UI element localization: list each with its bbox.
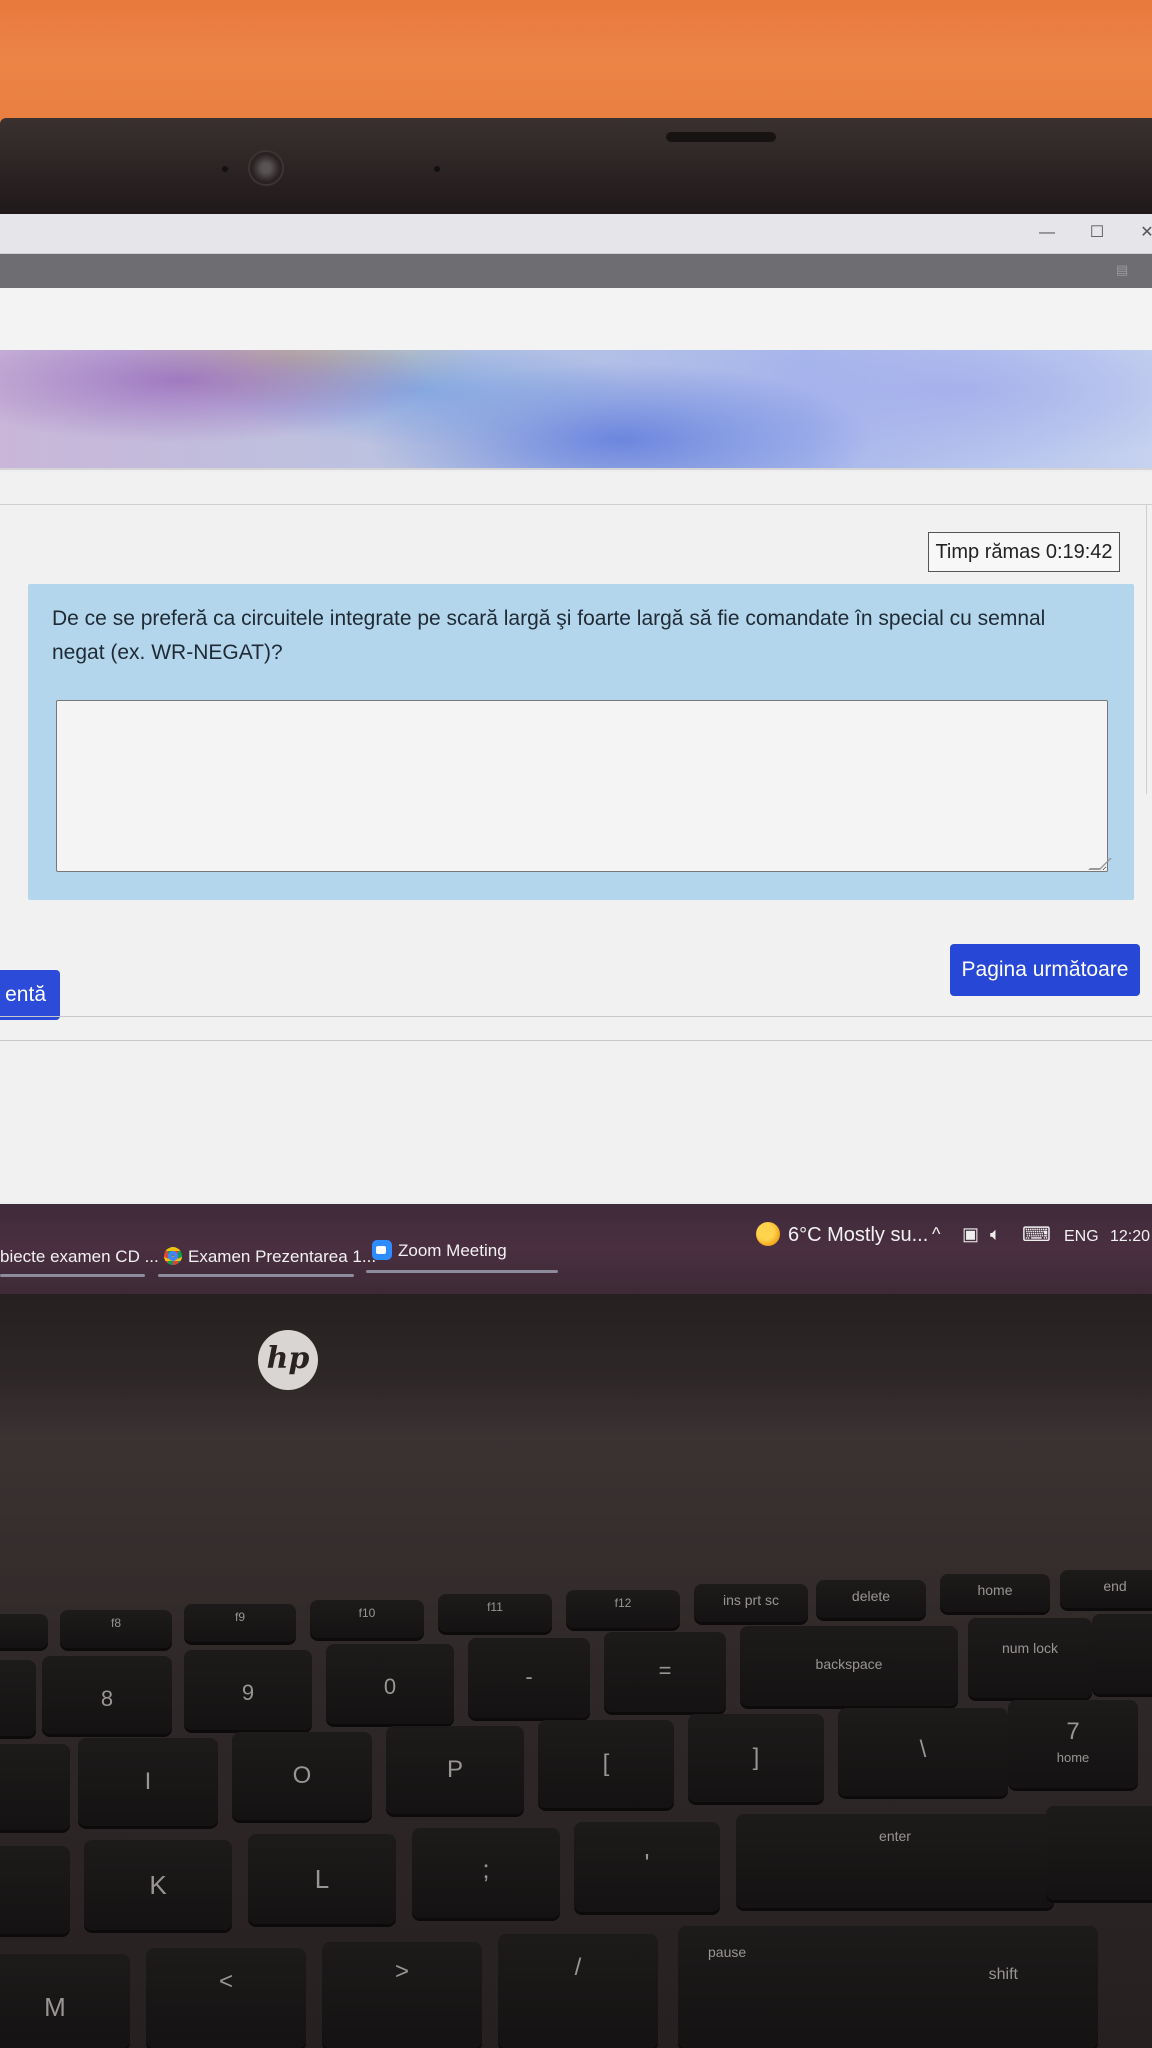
key-backspace[interactable]: backspace <box>740 1626 958 1706</box>
close-button[interactable]: ✕ <box>1136 222 1152 244</box>
browser-titlebar: — ☐ ✕ <box>0 214 1152 254</box>
active-indicator <box>366 1270 558 1273</box>
key-numpad-7[interactable]: 7 home <box>1008 1700 1138 1788</box>
windows-taskbar: biecte examen CD ... Examen Prezentarea … <box>0 1204 1152 1294</box>
clock[interactable]: 12:20 F <box>1110 1220 1152 1254</box>
taskbar-item-zoom[interactable]: Zoom Meeting <box>372 1234 507 1268</box>
next-page-button[interactable]: Pagina următoare <box>950 944 1140 996</box>
touch-keyboard-icon[interactable]: ⌨︎ <box>1022 1222 1051 1247</box>
site-banner <box>0 350 1152 470</box>
sensor-dot <box>222 166 228 172</box>
key-7[interactable] <box>0 1660 36 1736</box>
chrome-icon <box>164 1247 182 1265</box>
key-right-bracket[interactable]: ] <box>688 1714 824 1802</box>
key-minus[interactable]: - <box>468 1638 590 1718</box>
key-l[interactable]: L <box>248 1834 396 1924</box>
key-num-lock[interactable]: num lock <box>968 1618 1092 1698</box>
maximize-button[interactable]: ☐ <box>1086 222 1108 244</box>
chevron-up-icon[interactable]: ^ <box>932 1224 940 1245</box>
active-indicator <box>158 1274 354 1277</box>
time-remaining-badge: Timp rămas 0:19:42 <box>928 532 1120 572</box>
key-f12[interactable]: f12 <box>566 1590 680 1628</box>
question-text: De ce se preferă ca circuitele integrate… <box>52 607 1046 664</box>
key-slash[interactable]: / <box>498 1934 658 2048</box>
card-border <box>0 504 1152 505</box>
weather-widget[interactable]: 6°C Mostly su... <box>756 1218 928 1252</box>
key-equals[interactable]: = <box>604 1632 726 1712</box>
key-i[interactable]: I <box>78 1738 218 1826</box>
laptop-screen: — ☐ ✕ ▤ Timp rămas 0:19:42 De ce se pref… <box>0 214 1152 1294</box>
previous-page-button[interactable]: entă <box>0 970 60 1020</box>
language-indicator[interactable]: ENG <box>1064 1220 1099 1254</box>
key-m[interactable]: M <box>0 1954 130 2048</box>
key-f8[interactable]: f8 <box>60 1610 172 1648</box>
site-header <box>0 288 1152 350</box>
divider <box>0 1040 1152 1041</box>
laptop-bottom-bezel <box>0 1294 1152 1434</box>
browser-toolbar: ▤ <box>0 254 1152 288</box>
key-num-divide[interactable] <box>1092 1614 1152 1694</box>
key-o[interactable]: O <box>232 1732 372 1820</box>
sensor-dot <box>434 166 440 172</box>
taskbar-item-label: biecte examen CD ... <box>0 1247 159 1266</box>
key-numpad-4[interactable] <box>1046 1806 1152 1900</box>
key-9[interactable]: 9 <box>184 1650 312 1730</box>
key-shift[interactable]: pause shift <box>678 1926 1098 2048</box>
minimize-button[interactable]: — <box>1036 222 1058 244</box>
answer-textarea[interactable] <box>56 700 1108 872</box>
key-f11[interactable]: f11 <box>438 1594 552 1632</box>
key-delete[interactable]: delete <box>816 1580 926 1618</box>
weather-text: 6°C Mostly su... <box>788 1224 929 1246</box>
key-j[interactable] <box>0 1846 70 1934</box>
active-indicator <box>0 1274 145 1277</box>
card-border <box>1146 504 1147 794</box>
key-u[interactable] <box>0 1744 70 1830</box>
key-quote[interactable]: ' <box>574 1822 720 1912</box>
key-semicolon[interactable]: ; <box>412 1828 560 1918</box>
key-f10[interactable]: f10 <box>310 1600 424 1638</box>
key-8[interactable]: 8 <box>42 1656 172 1734</box>
weather-sun-icon <box>756 1222 780 1246</box>
reader-mode-icon[interactable]: ▤ <box>1116 262 1138 280</box>
key-f7[interactable] <box>0 1614 48 1648</box>
battery-icon[interactable]: ▣ <box>962 1224 979 1245</box>
key-0[interactable]: 0 <box>326 1644 454 1724</box>
hp-logo: hp <box>258 1330 318 1390</box>
zoom-icon <box>372 1240 392 1260</box>
taskbar-item-documents[interactable]: biecte examen CD ... <box>0 1240 159 1274</box>
webcam-icon <box>248 150 284 186</box>
taskbar-item-chrome[interactable]: Examen Prezentarea 1... <box>164 1240 376 1274</box>
taskbar-item-label: Zoom Meeting <box>398 1241 507 1260</box>
keyboard-deck: f8 f9 f10 f11 f12 ins prt sc delete home… <box>0 1434 1152 2048</box>
key-left-bracket[interactable]: [ <box>538 1720 674 1808</box>
laptop-top-bezel <box>0 118 1152 218</box>
divider <box>0 1016 1152 1017</box>
key-backslash[interactable]: \ <box>838 1708 1008 1796</box>
key-p[interactable]: P <box>386 1726 524 1814</box>
key-home[interactable]: home <box>940 1574 1050 1612</box>
key-enter[interactable]: enter <box>736 1814 1054 1908</box>
taskbar-item-label: Examen Prezentarea 1... <box>188 1247 377 1266</box>
key-end[interactable]: end <box>1060 1570 1152 1608</box>
speaker-icon[interactable]: 🔈︎ <box>990 1224 1001 1245</box>
key-print-screen[interactable]: ins prt sc <box>694 1584 808 1622</box>
key-k[interactable]: K <box>84 1840 232 1930</box>
key-f9[interactable]: f9 <box>184 1604 296 1642</box>
key-period[interactable]: > <box>322 1942 482 2048</box>
speaker-slot <box>666 132 776 142</box>
key-comma[interactable]: < <box>146 1948 306 2048</box>
